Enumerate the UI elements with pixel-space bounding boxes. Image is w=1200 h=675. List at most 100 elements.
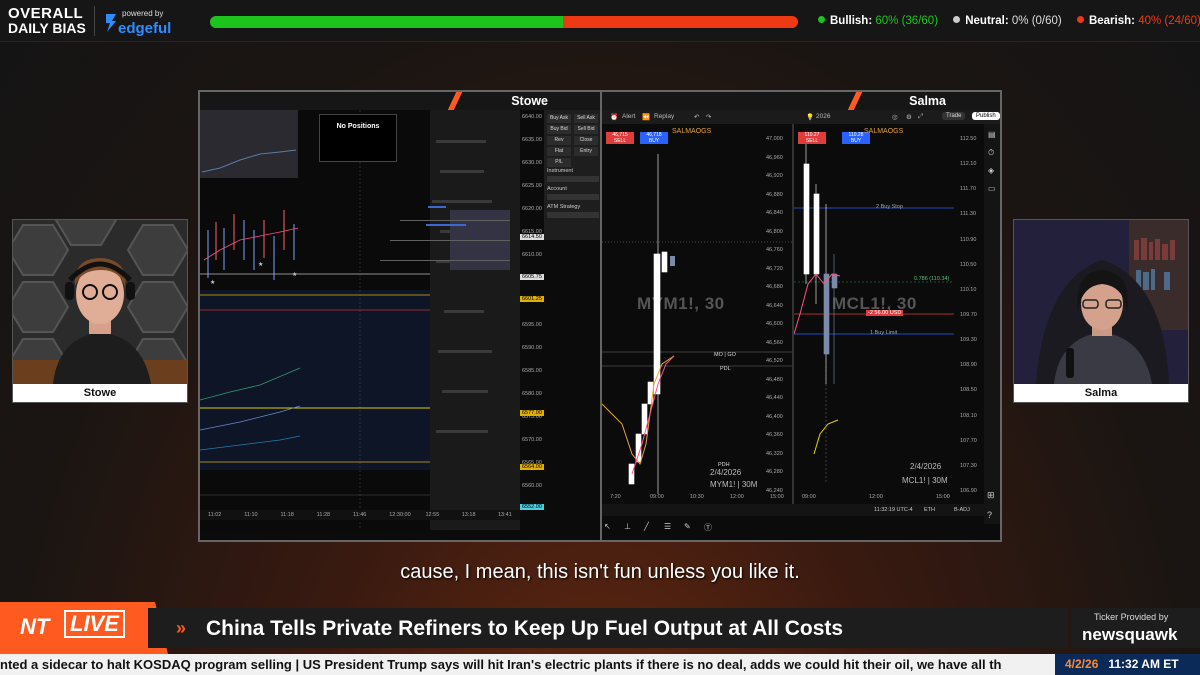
mym-time-tick-label: 15:00: [770, 494, 784, 500]
drawing-tools: ↖ ⊥ ╱ ☰ ✎ Ⓣ: [602, 520, 732, 532]
mcl-price-tick-label: 107.70: [960, 437, 977, 444]
nt-live-badge: NT LIVE: [0, 602, 168, 654]
mcl-buy-limit-order[interactable]: 1 Buy Limit: [870, 330, 897, 336]
alert-button[interactable]: Alert: [622, 113, 635, 120]
trade-button[interactable]: Trade: [942, 112, 966, 120]
brand-block: OVERALL DAILY BIAS: [8, 6, 86, 36]
date-selector[interactable]: 2026: [816, 113, 830, 120]
top-bias-bar: OVERALL DAILY BIAS powered by edgeful Bu…: [0, 0, 1200, 42]
order-button[interactable]: P/L: [547, 158, 571, 167]
trendline-tool-icon[interactable]: ╱: [644, 522, 649, 531]
stowe-time-tick-label: 13:41: [498, 512, 512, 518]
mcl-price-tick-label: 111.30: [960, 211, 977, 218]
lightbulb-icon[interactable]: 💡: [806, 113, 814, 121]
account-select[interactable]: [547, 194, 599, 200]
replay-button[interactable]: Replay: [654, 113, 674, 120]
publish-button[interactable]: Publish: [972, 112, 1000, 120]
text-tool-icon[interactable]: Ⓣ: [704, 522, 712, 533]
legend-bullish: Bullish: 60% (36/60): [818, 15, 938, 27]
brush-tool-icon[interactable]: ✎: [684, 522, 691, 531]
mcl-time-tick-label: 09:00: [802, 494, 816, 500]
headline-bar: » China Tells Private Refiners to Keep U…: [148, 608, 1068, 648]
nt-logo: NT: [20, 614, 50, 639]
instrument-select[interactable]: [547, 176, 599, 182]
mym-price-tick-label: 46,720: [766, 265, 783, 272]
tradingview-toolbar: ⏰ Alert ⏪ Replay ↶ ↷ 💡 2026 ◎ ⚙ ⤢ Trade …: [602, 110, 1000, 124]
atm-select[interactable]: [547, 212, 599, 218]
eth-toggle[interactable]: ETH: [924, 507, 935, 513]
panel-title-stowe: Stowe: [511, 94, 548, 108]
order-button[interactable]: Entry: [574, 147, 598, 156]
badj-toggle[interactable]: B-ADJ: [954, 507, 970, 513]
order-button[interactable]: Buy Bid: [547, 125, 571, 134]
mcl-time-axis: 09:00 12:00 15:00: [794, 492, 958, 502]
mcl-price-axis: 112.50 112.10 111.70 111.30 110.90 110.50 110.…: [958, 136, 984, 496]
fullscreen-icon[interactable]: ⤢: [918, 113, 923, 121]
webcam-stowe: Stowe: [12, 219, 188, 403]
brand-line1: OVERALL: [8, 5, 84, 22]
help-icon[interactable]: ?: [987, 510, 992, 520]
camera-icon[interactable]: ◎: [892, 113, 898, 121]
brand-divider: [94, 6, 95, 36]
news-ticker: nted a sidecar to halt KOSDAQ program se…: [0, 654, 1200, 675]
order-button[interactable]: Close: [574, 136, 598, 145]
mcl-symbol-footer: MCL1! | 30M: [902, 476, 948, 485]
mcl-price-tick-label: 108.50: [960, 387, 977, 394]
stowe-price-tag: 6577.00: [520, 410, 544, 416]
order-entry-panel: Buy Ask Sell Ask Buy Bid Sell Bid Rev Close Fl…: [544, 110, 600, 240]
mym-price-tick-label: 46,920: [766, 173, 783, 180]
order-button[interactable]: Buy Ask: [547, 114, 571, 123]
trading-panel-stowe: Stowe ★ ★ ★ No Positions Buy Ask Sell As…: [198, 90, 602, 542]
neutral-dot-icon: [953, 16, 961, 23]
mym-price-tick-label: 46,600: [766, 321, 783, 328]
mcl-position-line[interactable]: -2 56.00 USD: [866, 310, 904, 316]
chart-mcl: 110.27 SELL 110.28 BUY SALMAOGS MCL1!, 30: [794, 124, 984, 504]
mym-time-tick-label: 12:00: [730, 494, 744, 500]
bias-legend: Bullish: 60% (36/60) Neutral: 0% (0/60) …: [818, 15, 1200, 27]
stowe-time-tick-label: 11:28: [316, 512, 331, 518]
alert-icon[interactable]: ⏰: [610, 113, 618, 121]
powered-by-label: powered by: [122, 9, 164, 18]
layers-icon[interactable]: ◈: [988, 166, 994, 175]
ticker-scroll-text: nted a sidecar to halt KOSDAQ program se…: [0, 657, 1002, 672]
mym-price-tick-label: 46,480: [766, 376, 783, 383]
panel-header-salma: Salma: [602, 92, 1000, 110]
order-button[interactable]: Rev: [547, 136, 571, 145]
watchlist-icon[interactable]: ▤: [988, 130, 996, 139]
headline-text: China Tells Private Refiners to Keep Up …: [206, 617, 844, 640]
order-button[interactable]: Sell Ask: [574, 114, 598, 123]
brand-line2: DAILY BIAS: [8, 20, 86, 36]
mcl-fib-label: 0.786 (110.34): [914, 276, 950, 282]
mcl-date-footer: 2/4/2026: [910, 462, 942, 471]
alerts-clock-icon[interactable]: ⏱: [988, 148, 994, 158]
salma-video-frame: [1014, 220, 1188, 384]
order-button[interactable]: Flat: [547, 147, 571, 156]
trading-panel-salma: Salma ⏰ Alert ⏪ Replay ↶ ↷ 💡 2026 ◎ ⚙ ⤢ …: [600, 90, 1002, 542]
mcl-buy-stop-order[interactable]: 2 Buy Stop: [876, 204, 903, 210]
mym-price-tick-label: 46,400: [766, 413, 783, 420]
undo-icon[interactable]: ↶: [694, 113, 699, 121]
tv-right-sidebar: ▤ ⏱ ◈ ▭ ⊞ ?: [984, 124, 1000, 524]
cursor-tool-icon[interactable]: ↖: [604, 522, 611, 531]
apps-grid-icon[interactable]: ⊞: [987, 490, 995, 501]
powered-by-name: edgeful: [118, 20, 172, 37]
replay-icon[interactable]: ⏪: [642, 113, 650, 121]
stowe-time-tick-label: 11:02: [208, 512, 222, 518]
mym-price-tick-label: 46,640: [766, 302, 783, 309]
mcl-price-tick-label: 112.10: [960, 161, 977, 168]
status-row: 11:32:19 UTC-4 ETH B-ADJ: [602, 504, 984, 516]
crosshair-tool-icon[interactable]: ⊥: [624, 522, 631, 531]
fib-tool-icon[interactable]: ☰: [664, 522, 671, 531]
status-clock: 11:32:19 UTC-4: [874, 507, 913, 513]
panel-header-stowe: Stowe: [200, 92, 600, 110]
svg-text:★: ★: [258, 261, 263, 268]
chat-icon[interactable]: ▭: [988, 184, 996, 193]
settings-gear-icon[interactable]: ⚙: [906, 113, 912, 121]
bearish-value: 40% (24/60): [1138, 15, 1200, 27]
redo-icon[interactable]: ↷: [706, 113, 711, 121]
svg-text:★: ★: [210, 279, 215, 286]
bullish-label: Bullish:: [830, 15, 873, 27]
order-button[interactable]: Sell Bid: [574, 125, 598, 134]
bearish-label: Bearish:: [1088, 15, 1135, 27]
live-caption: cause, I mean, this isn't fun unless you…: [400, 561, 800, 583]
